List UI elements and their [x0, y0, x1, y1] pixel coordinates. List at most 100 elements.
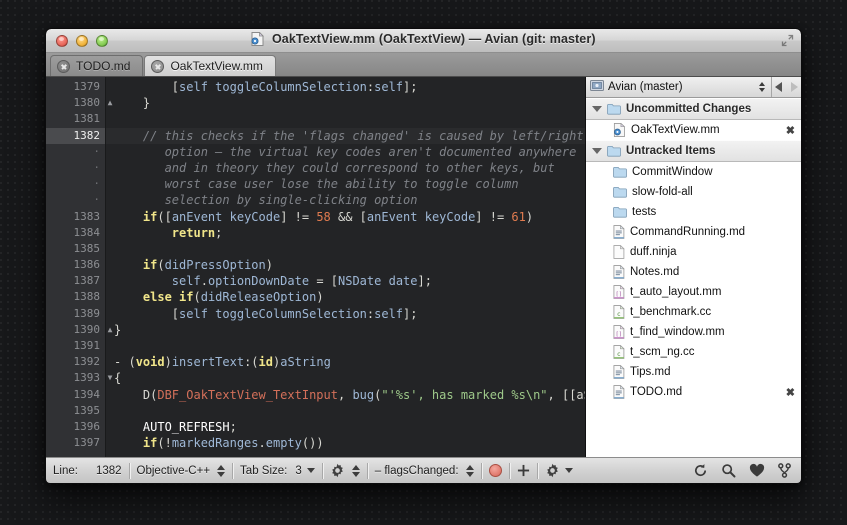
- line-number[interactable]: 1397: [46, 435, 105, 451]
- code-editor[interactable]: 1379 1380 ▲ 1381 1382 · · · · 1383 1384 1385 1386 138…: [46, 77, 585, 457]
- tab-todo-md[interactable]: TODO.md: [50, 55, 144, 76]
- file-list-item[interactable]: Tips.md: [586, 362, 801, 382]
- search-icon[interactable]: [721, 463, 736, 478]
- fullscreen-icon[interactable]: [781, 34, 794, 47]
- line-number[interactable]: ·: [46, 160, 105, 176]
- code-line[interactable]: // this checks if the 'flags changed' is…: [106, 128, 585, 144]
- tab-size-selector[interactable]: Tab Size: 3: [233, 458, 322, 483]
- file-group-header[interactable]: Untracked Items: [586, 140, 801, 162]
- line-number[interactable]: 1380 ▲: [46, 95, 113, 111]
- line-number[interactable]: 1384: [46, 225, 105, 241]
- minimize-button[interactable]: [76, 34, 88, 47]
- file-list-item[interactable]: tests: [586, 202, 801, 222]
- line-number[interactable]: 1386: [46, 257, 105, 273]
- code-line[interactable]: [106, 338, 585, 354]
- line-number[interactable]: 1383: [46, 209, 105, 225]
- file-list-item[interactable]: c t_benchmark.cc: [586, 302, 801, 322]
- line-number[interactable]: ·: [46, 144, 105, 160]
- file-list-item[interactable]: CommitWindow: [586, 162, 801, 182]
- close-icon[interactable]: ✖: [786, 386, 795, 399]
- code-line[interactable]: [106, 111, 585, 127]
- line-number[interactable]: 1387: [46, 273, 105, 289]
- file-group-header[interactable]: Uncommitted Changes: [586, 98, 801, 120]
- code-line[interactable]: }: [106, 95, 585, 111]
- back-arrow-icon[interactable]: [775, 82, 782, 92]
- symbol-selector[interactable]: – flagsChanged:: [368, 458, 481, 483]
- line-number[interactable]: 1394: [46, 387, 105, 403]
- editor-settings-menu[interactable]: [323, 458, 367, 483]
- line-number[interactable]: 1379: [46, 79, 105, 95]
- tab-close-icon[interactable]: [151, 59, 165, 73]
- line-number[interactable]: 1388: [46, 289, 105, 305]
- file-list-item[interactable]: OakTextView.mm ✖: [586, 120, 801, 140]
- file-list-item[interactable]: slow-fold-all: [586, 182, 801, 202]
- close-icon[interactable]: ✖: [786, 124, 795, 137]
- line-number[interactable]: 1389: [46, 306, 105, 322]
- repository-stepper[interactable]: [756, 82, 767, 92]
- line-number[interactable]: 1396: [46, 419, 105, 435]
- code-line[interactable]: - (void)insertText:(id)aString: [106, 354, 585, 370]
- code-line[interactable]: D(DBF_OakTextView_TextInput, bug("'%s', …: [106, 387, 585, 403]
- code-line[interactable]: [self toggleColumnSelection:self];: [106, 306, 585, 322]
- zoom-button[interactable]: [96, 34, 108, 47]
- line-number[interactable]: 1382: [46, 127, 105, 144]
- code-line[interactable]: if([anEvent keyCode] != 58 && [anEvent k…: [106, 209, 585, 225]
- code-content[interactable]: [self toggleColumnSelection:self]; } // …: [106, 77, 585, 457]
- file-list-item[interactable]: duff.ninja: [586, 242, 801, 262]
- code-line[interactable]: else if(didReleaseOption): [106, 289, 585, 305]
- branch-icon[interactable]: [778, 463, 791, 478]
- file-list-item[interactable]: [] t_auto_layout.mm: [586, 282, 801, 302]
- tab-close-icon[interactable]: [57, 59, 70, 73]
- code-line[interactable]: [106, 403, 585, 419]
- stepper-up-icon[interactable]: [758, 82, 765, 86]
- code-line[interactable]: {: [106, 370, 585, 386]
- forward-arrow-icon[interactable]: [791, 82, 798, 92]
- add-item-button[interactable]: [510, 458, 537, 483]
- line-number[interactable]: 1392: [46, 354, 105, 370]
- language-stepper-icon[interactable]: [217, 464, 226, 477]
- settings-stepper-icon[interactable]: [351, 464, 360, 477]
- chevron-down-icon[interactable]: [564, 468, 573, 473]
- macro-record-button[interactable]: [482, 458, 509, 483]
- file-list-item[interactable]: [] t_find_window.mm: [586, 322, 801, 342]
- file-list-item[interactable]: TODO.md ✖: [586, 382, 801, 402]
- disclosure-triangle-icon[interactable]: [592, 106, 602, 112]
- chevron-down-icon[interactable]: [306, 468, 315, 473]
- line-number[interactable]: 1391: [46, 338, 105, 354]
- code-line[interactable]: and in theory they could correspond to o…: [106, 160, 585, 176]
- tab-oaktextview-mm[interactable]: OakTextView.mm: [144, 55, 276, 76]
- line-number[interactable]: 1381: [46, 111, 105, 127]
- line-number[interactable]: ·: [46, 176, 105, 192]
- line-number[interactable]: ·: [46, 192, 105, 208]
- close-button[interactable]: [56, 34, 68, 47]
- record-indicator[interactable]: [488, 464, 502, 477]
- code-line[interactable]: [106, 241, 585, 257]
- code-line[interactable]: option — the virtual key codes aren't do…: [106, 144, 585, 160]
- gear-icon[interactable]: [545, 463, 560, 478]
- code-line[interactable]: if(didPressOption): [106, 257, 585, 273]
- language-selector[interactable]: Objective-C++: [130, 458, 233, 483]
- refresh-icon[interactable]: [693, 463, 708, 478]
- code-line[interactable]: [self toggleColumnSelection:self];: [106, 79, 585, 95]
- code-line[interactable]: return;: [106, 225, 585, 241]
- file-list-item[interactable]: c t_scm_ng.cc: [586, 342, 801, 362]
- heart-icon[interactable]: [749, 463, 765, 478]
- line-number[interactable]: 1390 ▲: [46, 322, 113, 338]
- code-line[interactable]: selection by single-clicking option: [106, 192, 585, 208]
- code-line[interactable]: worst case user lose the ability to togg…: [106, 176, 585, 192]
- code-line[interactable]: AUTO_REFRESH;: [106, 419, 585, 435]
- line-number[interactable]: 1395: [46, 403, 105, 419]
- code-line[interactable]: self.optionDownDate = [NSDate date];: [106, 273, 585, 289]
- disclosure-triangle-icon[interactable]: [592, 148, 602, 154]
- browser-settings-menu[interactable]: [538, 458, 580, 483]
- code-line[interactable]: }: [106, 322, 585, 338]
- file-list-item[interactable]: CommandRunning.md: [586, 222, 801, 242]
- line-number[interactable]: 1385: [46, 241, 105, 257]
- symbol-stepper-icon[interactable]: [465, 464, 474, 477]
- stepper-down-icon[interactable]: [758, 88, 765, 92]
- line-number[interactable]: 1393 ▼: [46, 370, 113, 386]
- file-list-item[interactable]: Notes.md: [586, 262, 801, 282]
- file-list[interactable]: Uncommitted Changes OakTextView.mm ✖ Untrac…: [586, 98, 801, 457]
- code-line[interactable]: if(!markedRanges.empty()): [106, 435, 585, 451]
- gear-icon[interactable]: [330, 463, 345, 478]
